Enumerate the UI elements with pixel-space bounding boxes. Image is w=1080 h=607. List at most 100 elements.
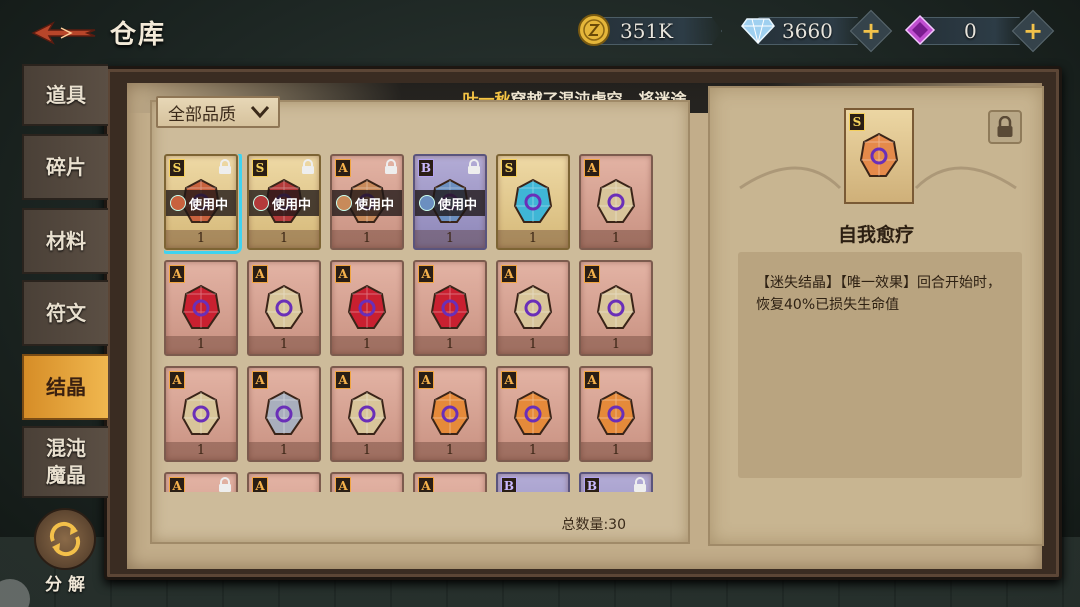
tab-label: 结晶 [46, 374, 86, 399]
plus-icon: + [1022, 16, 1044, 45]
item-card[interactable]: S 使用中 1 [247, 154, 321, 250]
item-card[interactable]: S1 [496, 154, 570, 250]
rank-badge: S [849, 113, 865, 131]
decompose-button[interactable]: 分解 [34, 508, 96, 595]
top-bar: 仓库 351K 3660 + 0 + [0, 0, 1080, 62]
item-quantity: 1 [415, 442, 485, 460]
rank-badge: A [501, 265, 517, 283]
item-card[interactable]: S 使用中 1 [164, 154, 242, 254]
item-card[interactable]: A1 [413, 366, 487, 462]
item-card[interactable]: A1 [164, 366, 238, 462]
item-card[interactable]: B [579, 472, 653, 492]
tab-chaos-crystals[interactable]: 混沌 魔晶 [22, 426, 108, 498]
rank-badge: A [335, 477, 351, 492]
rank-badge: A [252, 265, 268, 283]
item-quantity: 1 [498, 336, 568, 354]
recycle-icon [34, 508, 96, 570]
item-card[interactable]: A1 [579, 154, 653, 250]
in-use-banner: 使用中 [249, 190, 319, 216]
item-quantity: 1 [249, 230, 319, 248]
item-quantity: 1 [166, 336, 236, 354]
tab-items[interactable]: 道具 [22, 64, 108, 126]
item-card[interactable]: A [330, 472, 404, 492]
crystal-icon [859, 132, 899, 177]
item-quantity: 1 [498, 230, 568, 248]
lock-icon [218, 477, 232, 492]
item-card[interactable]: A [164, 472, 238, 492]
rank-badge: A [584, 371, 600, 389]
crystal-icon [596, 284, 636, 329]
tab-label: 道具 [46, 82, 86, 107]
crystal-icon [513, 284, 553, 329]
tab-runes[interactable]: 符文 [22, 280, 108, 346]
quality-filter-dropdown[interactable]: 全部品质 [156, 96, 280, 128]
item-quantity: 1 [581, 230, 651, 248]
item-quantity: 1 [415, 230, 485, 248]
hero-avatar-icon [336, 195, 352, 211]
gold-coin-icon [576, 12, 612, 48]
add-crystal-button[interactable]: + [1011, 9, 1055, 53]
item-quantity: 1 [166, 442, 236, 460]
crystal-icon [596, 178, 636, 223]
hero-avatar-icon [253, 195, 269, 211]
in-use-banner: 使用中 [166, 190, 236, 216]
back-button[interactable] [30, 18, 98, 48]
item-quantity: 1 [249, 442, 319, 460]
item-card[interactable]: A1 [330, 366, 404, 462]
item-card[interactable]: A1 [496, 260, 570, 356]
crystal-icon [264, 390, 304, 435]
item-card[interactable]: A 使用中 1 [330, 154, 404, 250]
in-use-banner: 使用中 [332, 190, 402, 216]
crystal-icon [513, 178, 553, 223]
tab-label: 碎片 [46, 154, 86, 179]
item-grid: S 使用中 1 S 使用中 1 A 使用中 1 B 使用中 1 S 1 A 1 A 1 A 1 A 1 A 1 A 1 A 1 A 1 A 1… [164, 154, 670, 492]
item-card[interactable]: A1 [496, 366, 570, 462]
item-detail-panel: S 自我愈疗 【迷失结晶】【唯一效果】回合开始时，恢复40%已损失生命值 [708, 86, 1044, 546]
rank-badge: A [584, 159, 600, 177]
lock-toggle-button[interactable] [988, 110, 1022, 144]
item-quantity: 1 [332, 230, 402, 248]
item-card[interactable]: A [247, 472, 321, 492]
in-use-label: 使用中 [189, 197, 229, 213]
tab-label: 符文 [46, 300, 86, 325]
in-use-label: 使用中 [355, 197, 395, 213]
rank-badge: B [584, 477, 600, 492]
crystal-icon [181, 390, 221, 435]
item-name: 自我愈疗 [837, 224, 914, 246]
item-card[interactable]: A1 [247, 366, 321, 462]
tab-materials[interactable]: 材料 [22, 208, 108, 274]
item-card[interactable]: A1 [247, 260, 321, 356]
item-quantity: 1 [166, 230, 236, 248]
tab-crystals[interactable]: 结晶 [22, 354, 108, 420]
item-card[interactable]: A1 [413, 260, 487, 356]
crystal-icon [347, 390, 387, 435]
plus-icon: + [860, 16, 882, 45]
back-arrow-icon [31, 21, 96, 45]
rank-badge: B [418, 159, 434, 177]
item-description: 【迷失结晶】【唯一效果】回合开始时，恢复40%已损失生命值 [738, 252, 1022, 478]
item-quantity: 1 [332, 336, 402, 354]
diamond-value: 3660 [782, 19, 833, 43]
chevron-down-icon [250, 106, 270, 119]
item-card[interactable]: B 使用中 1 [413, 154, 487, 250]
item-quantity: 1 [249, 336, 319, 354]
item-card[interactable]: A [413, 472, 487, 492]
item-quantity: 1 [498, 442, 568, 460]
rank-badge: A [335, 159, 351, 177]
item-card[interactable]: A1 [330, 260, 404, 356]
crystal-icon [347, 284, 387, 329]
rank-badge: S [169, 159, 185, 177]
item-quantity: 1 [415, 336, 485, 354]
rank-badge: A [418, 477, 434, 492]
item-card[interactable]: A1 [579, 260, 653, 356]
lock-icon [633, 477, 647, 492]
item-card[interactable]: B [496, 472, 570, 492]
item-card[interactable]: A1 [579, 366, 653, 462]
add-diamond-button[interactable]: + [849, 9, 893, 53]
crystal-value: 0 [964, 19, 977, 43]
item-card[interactable]: A1 [164, 260, 238, 356]
tab-label: 材料 [46, 228, 86, 253]
tab-fragments[interactable]: 碎片 [22, 134, 108, 200]
page-title: 仓库 [110, 20, 167, 50]
hero-avatar-icon [419, 195, 435, 211]
